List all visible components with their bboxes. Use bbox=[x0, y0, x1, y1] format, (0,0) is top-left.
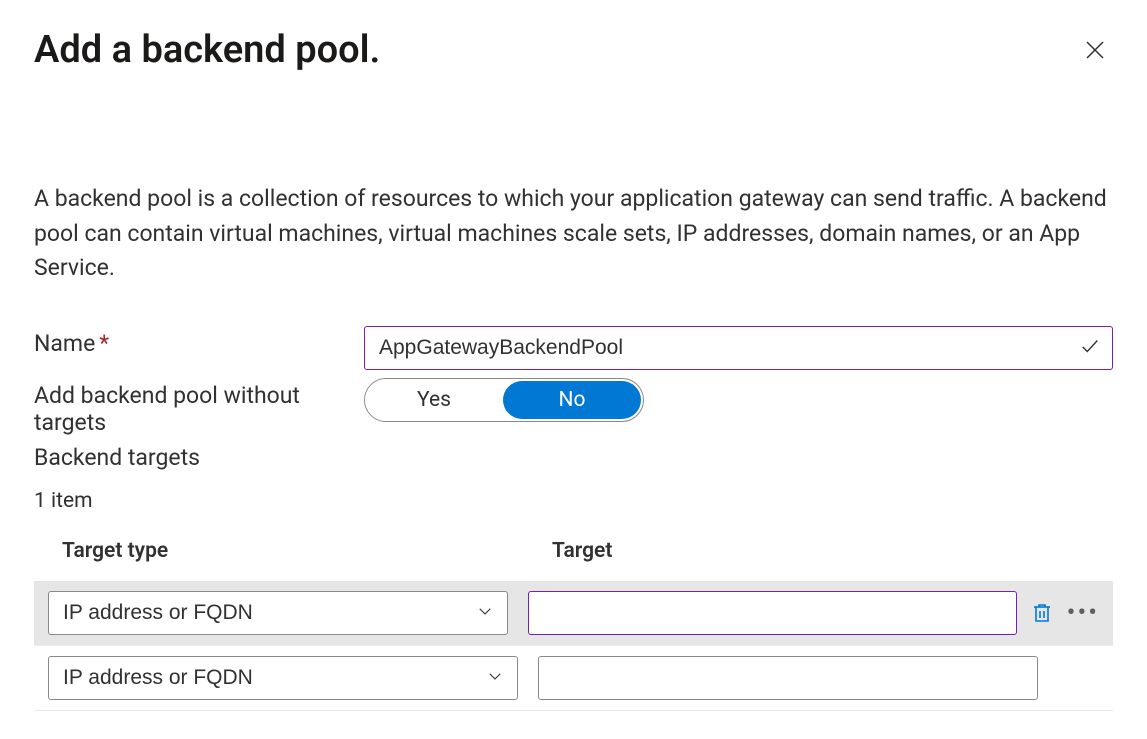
more-actions-button[interactable]: ••• bbox=[1063, 600, 1103, 626]
targets-table: Target type Target bbox=[34, 527, 1113, 711]
column-header-target: Target bbox=[552, 539, 1113, 563]
column-header-type: Target type bbox=[62, 539, 552, 563]
items-count: 1 item bbox=[34, 489, 1113, 513]
name-label: Name bbox=[34, 330, 95, 357]
trash-icon bbox=[1030, 601, 1054, 625]
check-icon bbox=[1079, 335, 1101, 361]
toggle-option-no[interactable]: No bbox=[503, 381, 641, 419]
target-type-select[interactable] bbox=[48, 656, 518, 700]
backend-targets-heading: Backend targets bbox=[34, 444, 1113, 471]
close-icon bbox=[1083, 38, 1107, 62]
target-row: ••• bbox=[34, 581, 1113, 646]
without-targets-toggle[interactable]: Yes No bbox=[364, 378, 644, 422]
target-row bbox=[34, 646, 1113, 711]
close-button[interactable] bbox=[1077, 32, 1113, 68]
without-targets-label: Add backend pool without targets bbox=[34, 382, 300, 436]
description-text: A backend pool is a collection of resour… bbox=[34, 182, 1113, 286]
page-title: Add a backend pool. bbox=[34, 28, 380, 72]
delete-target-button[interactable] bbox=[1027, 598, 1057, 628]
target-value-input[interactable] bbox=[528, 591, 1017, 635]
target-type-select[interactable] bbox=[48, 591, 508, 635]
required-indicator: * bbox=[99, 330, 109, 357]
toggle-option-yes[interactable]: Yes bbox=[365, 379, 503, 421]
name-input[interactable] bbox=[364, 326, 1113, 370]
more-icon: ••• bbox=[1067, 598, 1099, 628]
target-value-input[interactable] bbox=[538, 656, 1038, 700]
